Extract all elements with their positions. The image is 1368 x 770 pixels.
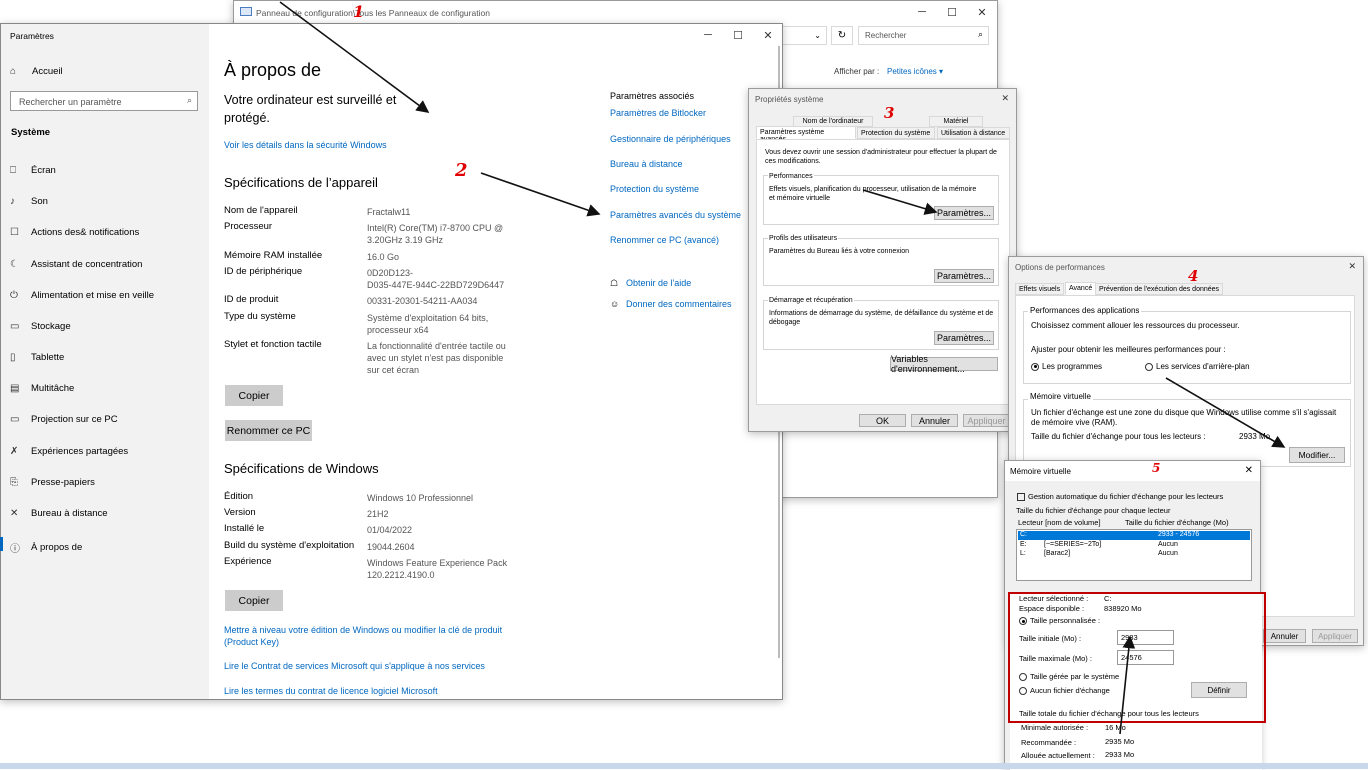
annotation-arrows <box>279 1 1286 735</box>
arrow-5 <box>1119 635 1136 735</box>
arrow-3 <box>862 189 938 215</box>
arrow-1 <box>279 1 430 113</box>
arrow-2 <box>480 172 601 217</box>
arrow-4 <box>1165 377 1286 448</box>
